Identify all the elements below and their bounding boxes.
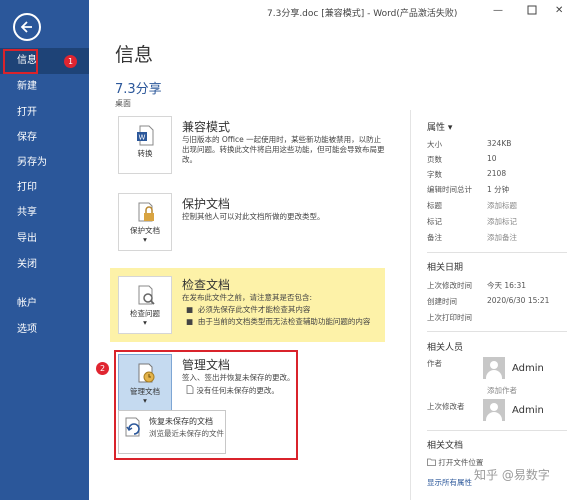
- document-location[interactable]: 桌面: [115, 98, 131, 109]
- prop-label-title: 标题: [427, 201, 442, 210]
- last-modified-by-label: 上次修改者: [427, 402, 465, 411]
- page-title: 信息: [115, 44, 154, 66]
- prop-label-pages: 页数: [427, 155, 442, 164]
- add-author-link[interactable]: 添加作者: [487, 385, 517, 396]
- nav-save-as[interactable]: 另存为: [0, 150, 89, 176]
- minimize-button[interactable]: —: [493, 5, 503, 16]
- restore-icon: [527, 5, 537, 15]
- related-dates-title: 相关日期: [427, 263, 464, 273]
- date-label-modified: 上次修改时间: [427, 281, 472, 290]
- protect-desc: 控制其他人可以对此文档所做的更改类型。: [182, 212, 325, 221]
- lock-icon: [138, 202, 154, 222]
- word-convert-icon: W: [137, 125, 154, 146]
- date-label-printed: 上次打印时间: [427, 313, 472, 322]
- watermark: 知乎 @易数字: [474, 468, 550, 482]
- prop-value-tags[interactable]: 添加标记: [487, 216, 517, 227]
- inspect-heading: 检查文档: [182, 278, 231, 292]
- date-value-modified: 今天 16:31: [487, 281, 526, 290]
- author-name[interactable]: Admin: [512, 363, 544, 374]
- inspect-bullet-2: ■ 由于当前的文档类型而无法检查辅助功能问题的内容: [186, 317, 371, 326]
- prop-label-edit-time: 编辑时间总计: [427, 185, 472, 194]
- nav-export[interactable]: 导出: [0, 226, 89, 252]
- prop-value-edit-time: 1 分钟: [487, 185, 510, 194]
- divider-dates: [427, 252, 567, 253]
- window-title: 7.3分享.doc [兼容模式] - Word(产品激活失败): [267, 9, 458, 19]
- properties-title[interactable]: 属性 ▾: [427, 120, 452, 133]
- nav-save[interactable]: 保存: [0, 125, 89, 151]
- divider-docs: [427, 430, 567, 431]
- nav-close[interactable]: 关闭: [0, 252, 89, 278]
- prop-value-size: 324KB: [487, 139, 512, 148]
- compat-heading: 兼容模式: [182, 120, 231, 134]
- inspect-bullet-1: ■ 必须先保存此文件才能检查其内容: [186, 305, 311, 314]
- date-value-created: 2020/6/30 15:21: [487, 296, 550, 305]
- protect-section: 保护文档 ▾ 保护文档 控制其他人可以对此文档所做的更改类型。: [110, 187, 385, 262]
- nav-options[interactable]: 选项: [0, 317, 89, 343]
- title-bar: 7.3分享.doc [兼容模式] - Word(产品激活失败) — ✕: [89, 0, 575, 26]
- back-button[interactable]: [13, 13, 41, 41]
- document-name: 7.3分享: [115, 82, 162, 97]
- prop-label-comments: 备注: [427, 233, 442, 242]
- inspect-desc: 在发布此文件之前，请注意其是否包含:: [182, 293, 313, 302]
- step-badge-1: 1: [64, 55, 77, 68]
- protect-label: 保护文档 ▾: [130, 226, 160, 244]
- convert-label: 转换: [137, 149, 153, 158]
- prop-value-title[interactable]: 添加标题: [487, 200, 517, 211]
- svg-text:W: W: [139, 134, 146, 142]
- compat-desc: 与旧版本的 Office 一起使用时，某些新功能被禁用，以防止出现问题。转换此文…: [182, 135, 385, 164]
- divider-people: [427, 331, 567, 332]
- show-all-properties-link[interactable]: 显示所有属性: [427, 477, 472, 488]
- prop-label-size: 大小: [427, 140, 442, 149]
- close-button[interactable]: ✕: [555, 5, 563, 16]
- last-modified-avatar: [483, 399, 505, 421]
- inspect-section: 检查问题 ▾ 检查文档 在发布此文件之前，请注意其是否包含: ■ 必须先保存此文件…: [110, 268, 385, 342]
- nav-open[interactable]: 打开: [0, 100, 89, 126]
- author-label: 作者: [427, 359, 442, 368]
- prop-value-comments[interactable]: 添加备注: [487, 232, 517, 243]
- prop-label-tags: 标记: [427, 217, 442, 226]
- back-arrow-icon: [20, 21, 32, 33]
- nav-new[interactable]: 新建: [0, 74, 89, 100]
- related-people-title: 相关人员: [427, 343, 464, 353]
- step-badge-2: 2: [96, 362, 109, 375]
- nav-print[interactable]: 打印: [0, 175, 89, 201]
- panel-divider: [410, 110, 411, 500]
- highlight-manage: [114, 350, 298, 460]
- prop-value-words: 2108: [487, 169, 507, 178]
- protect-document-button[interactable]: 保护文档 ▾: [118, 193, 172, 251]
- convert-button[interactable]: W 转换: [118, 116, 172, 174]
- prop-value-pages: 10: [487, 154, 497, 163]
- protect-heading: 保护文档: [182, 197, 231, 211]
- check-issues-button[interactable]: 检查问题 ▾: [118, 276, 172, 334]
- folder-icon: [427, 458, 436, 466]
- last-modified-name[interactable]: Admin: [512, 405, 544, 416]
- prop-label-words: 字数: [427, 170, 442, 179]
- highlight-info: [3, 49, 38, 74]
- backstage-sidebar: 信息 新建 打开 保存 另存为 打印 共享 导出 关闭 帐户 选项: [0, 0, 89, 500]
- nav-account[interactable]: 帐户: [0, 291, 89, 317]
- restore-button[interactable]: [527, 5, 537, 18]
- inspect-icon: [138, 285, 155, 305]
- author-avatar: [483, 357, 505, 379]
- check-issues-label: 检查问题 ▾: [130, 309, 160, 327]
- compat-section: W 转换 兼容模式 与旧版本的 Office 一起使用时，某些新功能被禁用，以防…: [110, 110, 385, 185]
- related-docs-title: 相关文档: [427, 441, 464, 451]
- nav-share[interactable]: 共享: [0, 200, 89, 226]
- date-label-created: 创建时间: [427, 297, 457, 306]
